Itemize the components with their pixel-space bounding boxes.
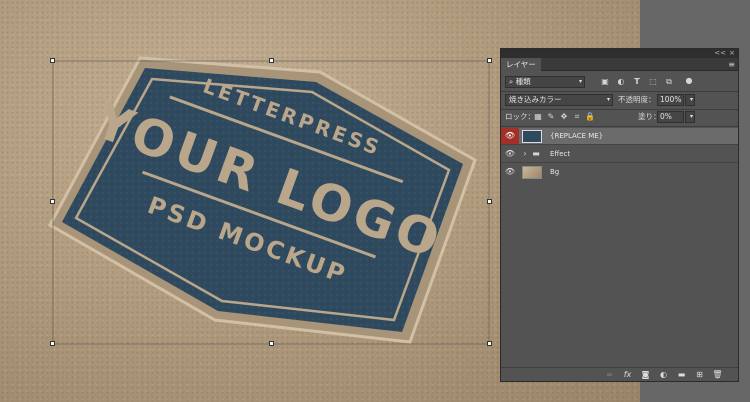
transform-handle[interactable] bbox=[487, 199, 492, 204]
chevron-down-icon: ▾ bbox=[689, 113, 693, 120]
folder-icon[interactable]: ▬ bbox=[676, 369, 687, 381]
adjustment-filter-icon[interactable]: ◐ bbox=[616, 77, 626, 87]
filter-kind-dropdown[interactable]: ⌕ 種類 ▾ bbox=[505, 76, 585, 88]
smart-object-filter-icon[interactable]: ⧉ bbox=[664, 77, 674, 87]
opacity-label: 不透明度： bbox=[618, 95, 656, 104]
adjustment-icon[interactable]: ◐ bbox=[658, 369, 669, 381]
lock-image-icon[interactable]: ✎ bbox=[546, 112, 556, 122]
eye-icon[interactable]: 👁 bbox=[501, 128, 519, 144]
text-filter-icon[interactable]: T bbox=[632, 77, 642, 87]
transform-handle[interactable] bbox=[487, 341, 492, 346]
transform-handle[interactable] bbox=[50, 199, 55, 204]
collapse-icon[interactable]: << bbox=[714, 49, 726, 58]
filter-kind-value: 種類 bbox=[515, 77, 531, 86]
bg-thumbnail bbox=[522, 166, 542, 179]
image-filter-icon[interactable]: ▣ bbox=[600, 77, 610, 87]
panel-bottom-toolbar: ∞ fx ◙ ◐ ▬ ⊞ 🗑 bbox=[501, 367, 738, 381]
panel-tab-row: レイヤー ≡ bbox=[501, 58, 738, 71]
transform-handle[interactable] bbox=[269, 341, 274, 346]
link-icon[interactable]: ∞ bbox=[604, 369, 615, 381]
layer-name: Effect bbox=[550, 150, 571, 158]
transform-handle[interactable] bbox=[50, 341, 55, 346]
expand-arrow-icon[interactable]: › bbox=[520, 149, 530, 159]
filter-row: ⌕ 種類 ▾ ▣ ◐ T ⬚ ⧉ ● bbox=[501, 75, 738, 91]
blend-mode-dropdown[interactable]: 焼き込みカラー ▾ bbox=[505, 94, 613, 106]
transform-handle[interactable] bbox=[487, 58, 492, 63]
layer-name: {REPLACE ME} bbox=[550, 132, 604, 140]
close-icon[interactable]: × bbox=[729, 49, 735, 58]
lock-artboard-icon[interactable]: ⌗ bbox=[572, 112, 582, 122]
mask-icon[interactable]: ◙ bbox=[640, 369, 651, 381]
fill-input[interactable]: 0% bbox=[657, 111, 684, 123]
layers-empty-area bbox=[501, 179, 738, 367]
filter-toggle-icon[interactable]: ● bbox=[684, 76, 694, 86]
layers-panel: << × レイヤー ≡ ⌕ 種類 ▾ ▣ ◐ T ⬚ ⧉ ● 焼き込みカラー ▾… bbox=[500, 48, 739, 382]
folder-icon: ▬ bbox=[532, 149, 540, 158]
divider bbox=[501, 91, 738, 92]
lock-transparent-icon[interactable]: ▦ bbox=[533, 112, 543, 122]
panel-menu-icon[interactable]: ≡ bbox=[728, 60, 735, 69]
divider bbox=[501, 109, 738, 110]
layer-row-effect[interactable]: 👁 › ▬ Effect bbox=[501, 146, 738, 163]
eye-icon[interactable]: 👁 bbox=[501, 164, 519, 180]
chevron-down-icon: ▾ bbox=[578, 78, 582, 85]
lock-row: ロック： ▦ ✎ ✥ ⌗ 🔒 塗り： 0% ▾ bbox=[501, 111, 738, 125]
opacity-value: 100% bbox=[660, 95, 682, 104]
layer-name: Bg bbox=[550, 168, 560, 176]
eye-icon[interactable]: 👁 bbox=[501, 146, 519, 162]
layer-row-replace-me[interactable]: 👁 {REPLACE ME} bbox=[501, 128, 738, 145]
opacity-slider-toggle[interactable]: ▾ bbox=[685, 94, 695, 106]
chevron-down-icon: ▾ bbox=[606, 96, 610, 103]
blend-row: 焼き込みカラー ▾ 不透明度： 100% ▾ bbox=[501, 93, 738, 109]
lock-position-icon[interactable]: ✥ bbox=[559, 112, 569, 122]
divider bbox=[501, 126, 738, 127]
transform-handle[interactable] bbox=[269, 58, 274, 63]
blend-mode-value: 焼き込みカラー bbox=[509, 95, 562, 104]
new-layer-icon[interactable]: ⊞ bbox=[694, 369, 705, 381]
trash-icon[interactable]: 🗑 bbox=[712, 369, 723, 381]
transform-handle[interactable] bbox=[50, 58, 55, 63]
tab-layers[interactable]: レイヤー bbox=[501, 58, 541, 71]
lock-label: ロック： bbox=[505, 112, 535, 121]
chevron-down-icon: ▾ bbox=[689, 96, 693, 103]
panel-title-bar[interactable]: << × bbox=[501, 49, 738, 58]
search-icon: ⌕ bbox=[509, 77, 516, 86]
shape-filter-icon[interactable]: ⬚ bbox=[648, 77, 658, 87]
fill-value: 0% bbox=[660, 112, 672, 121]
fill-slider-toggle[interactable]: ▾ bbox=[685, 111, 695, 123]
smart-object-thumbnail bbox=[522, 130, 542, 143]
fx-icon[interactable]: fx bbox=[622, 369, 633, 381]
opacity-input[interactable]: 100% bbox=[657, 94, 684, 106]
lock-all-icon[interactable]: 🔒 bbox=[585, 112, 595, 122]
